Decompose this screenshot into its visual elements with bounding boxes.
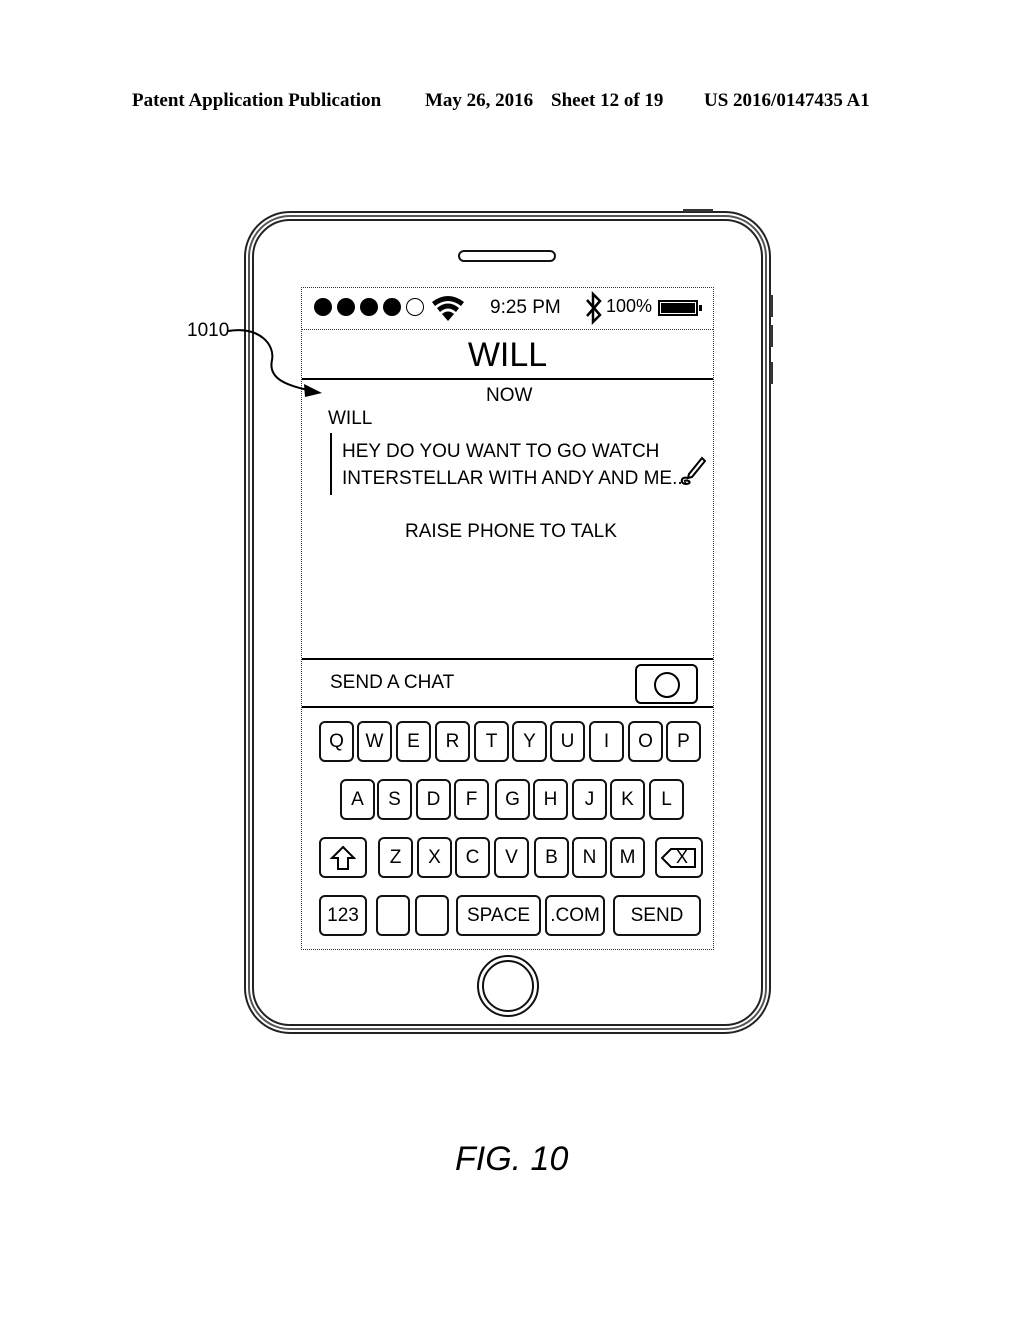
send-key[interactable]: SEND <box>613 895 701 936</box>
signal-bar-icon <box>383 298 401 316</box>
shift-key[interactable] <box>319 837 367 878</box>
message-indicator-bar <box>330 433 332 495</box>
signal-bar-icon <box>337 298 355 316</box>
raise-to-talk-hint: RAISE PHONE TO TALK <box>405 521 617 542</box>
key-r[interactable]: R <box>435 721 470 762</box>
key-p[interactable]: P <box>666 721 701 762</box>
camera-shutter-icon <box>654 672 680 698</box>
bluetooth-icon <box>586 291 602 325</box>
camera-button[interactable] <box>635 664 698 704</box>
dotcom-key[interactable]: .COM <box>545 895 605 936</box>
blank-key[interactable] <box>376 895 410 936</box>
key-m[interactable]: M <box>610 837 645 878</box>
key-e[interactable]: E <box>396 721 431 762</box>
signal-bar-empty-icon <box>406 298 424 316</box>
signal-bar-icon <box>360 298 378 316</box>
key-j[interactable]: J <box>572 779 607 820</box>
message-text-line-2: INTERSTELLAR WITH ANDY AND ME... <box>342 468 688 489</box>
phone-screen: 9:25 PM 100% WILL NOW WILL HEY DO YOU WA… <box>301 287 714 950</box>
key-l[interactable]: L <box>649 779 684 820</box>
key-y[interactable]: Y <box>512 721 547 762</box>
signal-bar-icon <box>314 298 332 316</box>
backspace-glyph: X <box>676 847 689 867</box>
key-k[interactable]: K <box>610 779 645 820</box>
status-time: 9:25 PM <box>490 297 561 318</box>
compose-bar: SEND A CHAT <box>302 658 713 708</box>
shift-arrow-icon <box>330 845 356 870</box>
space-key[interactable]: SPACE <box>456 895 541 936</box>
key-z[interactable]: Z <box>378 837 413 878</box>
battery-percent: 100% <box>606 296 653 316</box>
send-chat-input[interactable]: SEND A CHAT <box>330 672 454 694</box>
key-h[interactable]: H <box>533 779 568 820</box>
key-s[interactable]: S <box>377 779 412 820</box>
pencil-icon[interactable] <box>678 454 706 488</box>
key-q[interactable]: Q <box>319 721 354 762</box>
key-a[interactable]: A <box>340 779 375 820</box>
key-n[interactable]: N <box>572 837 607 878</box>
message-sender: WILL <box>328 408 373 429</box>
figure-label: FIG. 10 <box>455 1140 569 1178</box>
contact-name: WILL <box>467 336 548 374</box>
key-i[interactable]: I <box>589 721 624 762</box>
key-x[interactable]: X <box>417 837 452 878</box>
wifi-icon <box>432 296 464 321</box>
numbers-key[interactable]: 123 <box>319 895 367 936</box>
key-d[interactable]: D <box>416 779 451 820</box>
key-u[interactable]: U <box>550 721 585 762</box>
conversation-header: WILL <box>302 330 713 380</box>
status-bar: 9:25 PM 100% <box>302 288 713 330</box>
blank-key[interactable] <box>415 895 449 936</box>
key-g[interactable]: G <box>495 779 530 820</box>
key-f[interactable]: F <box>454 779 489 820</box>
key-v[interactable]: V <box>494 837 529 878</box>
message-text-line-1: HEY DO YOU WANT TO GO WATCH <box>342 441 660 462</box>
key-w[interactable]: W <box>357 721 392 762</box>
key-o[interactable]: O <box>628 721 663 762</box>
key-c[interactable]: C <box>455 837 490 878</box>
backspace-key[interactable]: X <box>655 837 703 878</box>
message-timestamp: NOW <box>486 385 533 406</box>
key-b[interactable]: B <box>534 837 569 878</box>
battery-icon <box>658 300 702 316</box>
key-t[interactable]: T <box>474 721 509 762</box>
